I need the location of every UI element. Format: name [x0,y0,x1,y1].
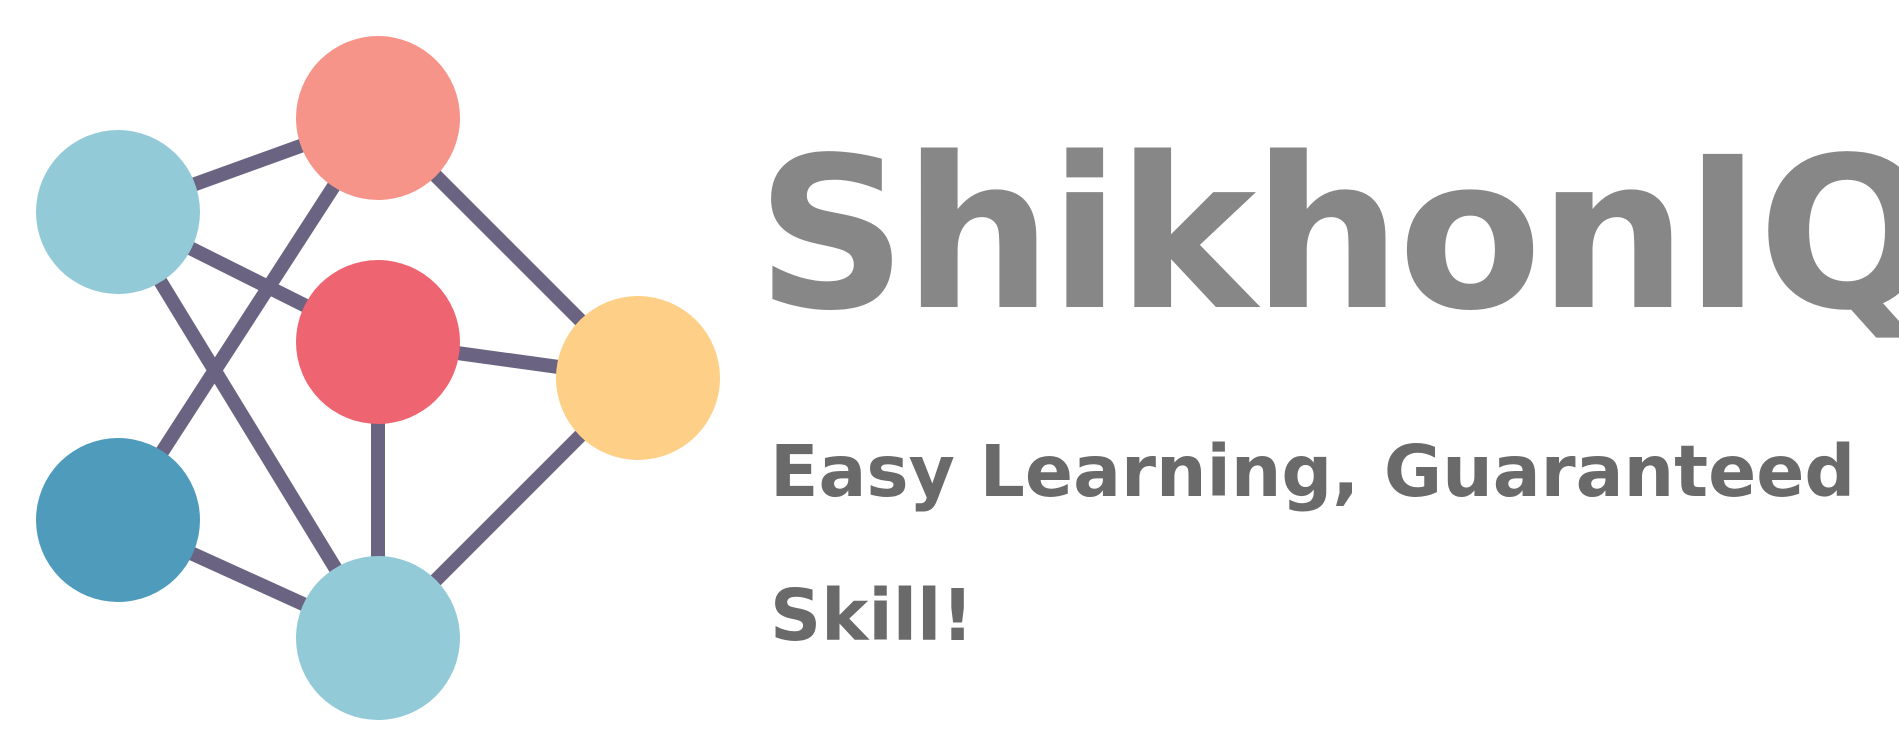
node-top [296,36,460,200]
node-bottom-left [36,438,200,602]
node-right [556,296,720,460]
node-bottom [296,556,460,720]
brand-name: ShikhonIQ [756,112,1899,357]
node-center [296,260,460,424]
molecule-network-logo-icon [36,36,720,720]
logo-nodes [36,36,720,720]
node-top-left [36,130,200,294]
brand-tagline: Easy Learning, Guaranteed Skill! [770,430,1856,657]
